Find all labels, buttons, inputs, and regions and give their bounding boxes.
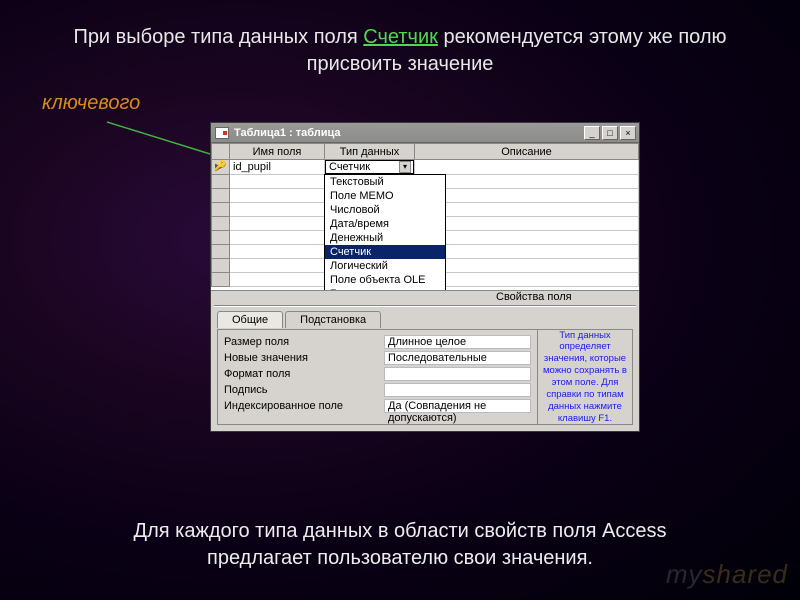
counter-keyword: Счетчик	[363, 26, 438, 48]
property-value[interactable]: Последовательные	[384, 351, 531, 365]
tab-lookup[interactable]: Подстановка	[285, 311, 381, 328]
property-row[interactable]: Индексированное поле Да (Совпадения не д…	[224, 398, 531, 414]
column-header-name[interactable]: Имя поля	[230, 144, 325, 160]
field-name-cell[interactable]: id_pupil	[230, 160, 325, 175]
property-label: Подпись	[224, 384, 384, 396]
dropdown-option[interactable]: Гиперссылка	[325, 287, 445, 291]
row-selector-header	[212, 144, 230, 160]
data-type-dropdown[interactable]: Текстовый Поле МЕМО Числовой Дата/время …	[324, 174, 446, 291]
property-label: Индексированное поле	[224, 400, 384, 412]
property-value[interactable]	[384, 383, 531, 397]
dropdown-option[interactable]: Текстовый	[325, 175, 445, 189]
close-button[interactable]: ×	[620, 126, 636, 140]
property-row[interactable]: Новые значения Последовательные	[224, 350, 531, 366]
dropdown-option[interactable]: Дата/время	[325, 217, 445, 231]
maximize-button[interactable]: □	[602, 126, 618, 140]
intro-part1: При выборе типа данных поля	[73, 26, 363, 48]
access-table-design-window: Таблица1 : таблица _ □ × Имя поля Тип да…	[210, 122, 640, 432]
dropdown-option[interactable]: Логический	[325, 259, 445, 273]
table-row[interactable]: 🔑 ▶ id_pupil Счетчик ▾ Текстовый Поле МЕ…	[212, 160, 639, 175]
table-icon	[215, 127, 229, 139]
dropdown-option[interactable]: Числовой	[325, 203, 445, 217]
property-value[interactable]: Да (Совпадения не допускаются)	[384, 399, 531, 413]
window-titlebar[interactable]: Таблица1 : таблица _ □ ×	[211, 123, 639, 143]
property-row[interactable]: Подпись	[224, 382, 531, 398]
data-type-combobox[interactable]: Счетчик ▾	[325, 160, 414, 174]
window-title: Таблица1 : таблица	[234, 127, 341, 139]
property-value[interactable]	[384, 367, 531, 381]
minimize-button[interactable]: _	[584, 126, 600, 140]
field-properties-panel: Размер поля Длинное целое Новые значения…	[217, 329, 633, 425]
property-help-text: Тип данных определяет значения, которые …	[537, 330, 632, 424]
property-label: Формат поля	[224, 368, 384, 380]
bottom-line1: Для каждого типа данных в области свойст…	[60, 518, 740, 545]
property-row[interactable]: Размер поля Длинное целое	[224, 334, 531, 350]
property-value[interactable]: Длинное целое	[384, 335, 531, 349]
data-type-selected: Счетчик	[329, 161, 370, 173]
property-row[interactable]: Формат поля	[224, 366, 531, 382]
property-tabs: Общие Подстановка	[217, 311, 383, 328]
key-keyword: ключевого	[42, 92, 140, 115]
property-label: Размер поля	[224, 336, 384, 348]
dropdown-option[interactable]: Денежный	[325, 231, 445, 245]
field-properties-label: Свойства поля	[496, 291, 572, 303]
column-header-type[interactable]: Тип данных	[325, 144, 415, 160]
grid-header-row: Имя поля Тип данных Описание	[212, 144, 639, 160]
column-header-desc[interactable]: Описание	[415, 144, 639, 160]
dropdown-option[interactable]: Поле МЕМО	[325, 189, 445, 203]
bottom-line2: предлагает пользователю свои значения.	[60, 545, 740, 572]
watermark: myshared	[666, 559, 788, 590]
properties-list: Размер поля Длинное целое Новые значения…	[218, 330, 537, 424]
design-grid: Имя поля Тип данных Описание 🔑 ▶ id_pupi…	[211, 143, 639, 291]
primary-key-icon: 🔑	[214, 161, 226, 172]
tab-general[interactable]: Общие	[217, 311, 283, 328]
chevron-down-icon[interactable]: ▾	[399, 161, 411, 173]
panel-divider	[214, 305, 636, 307]
row-selector[interactable]: 🔑 ▶	[212, 160, 230, 175]
slide-intro-text: При выборе типа данных поля Счетчик реко…	[0, 0, 800, 82]
dropdown-option-selected[interactable]: Счетчик	[325, 245, 445, 259]
description-cell[interactable]	[415, 160, 639, 175]
property-label: Новые значения	[224, 352, 384, 364]
dropdown-option[interactable]: Поле объекта OLE	[325, 273, 445, 287]
data-type-cell[interactable]: Счетчик ▾ Текстовый Поле МЕМО Числовой Д…	[325, 160, 415, 175]
